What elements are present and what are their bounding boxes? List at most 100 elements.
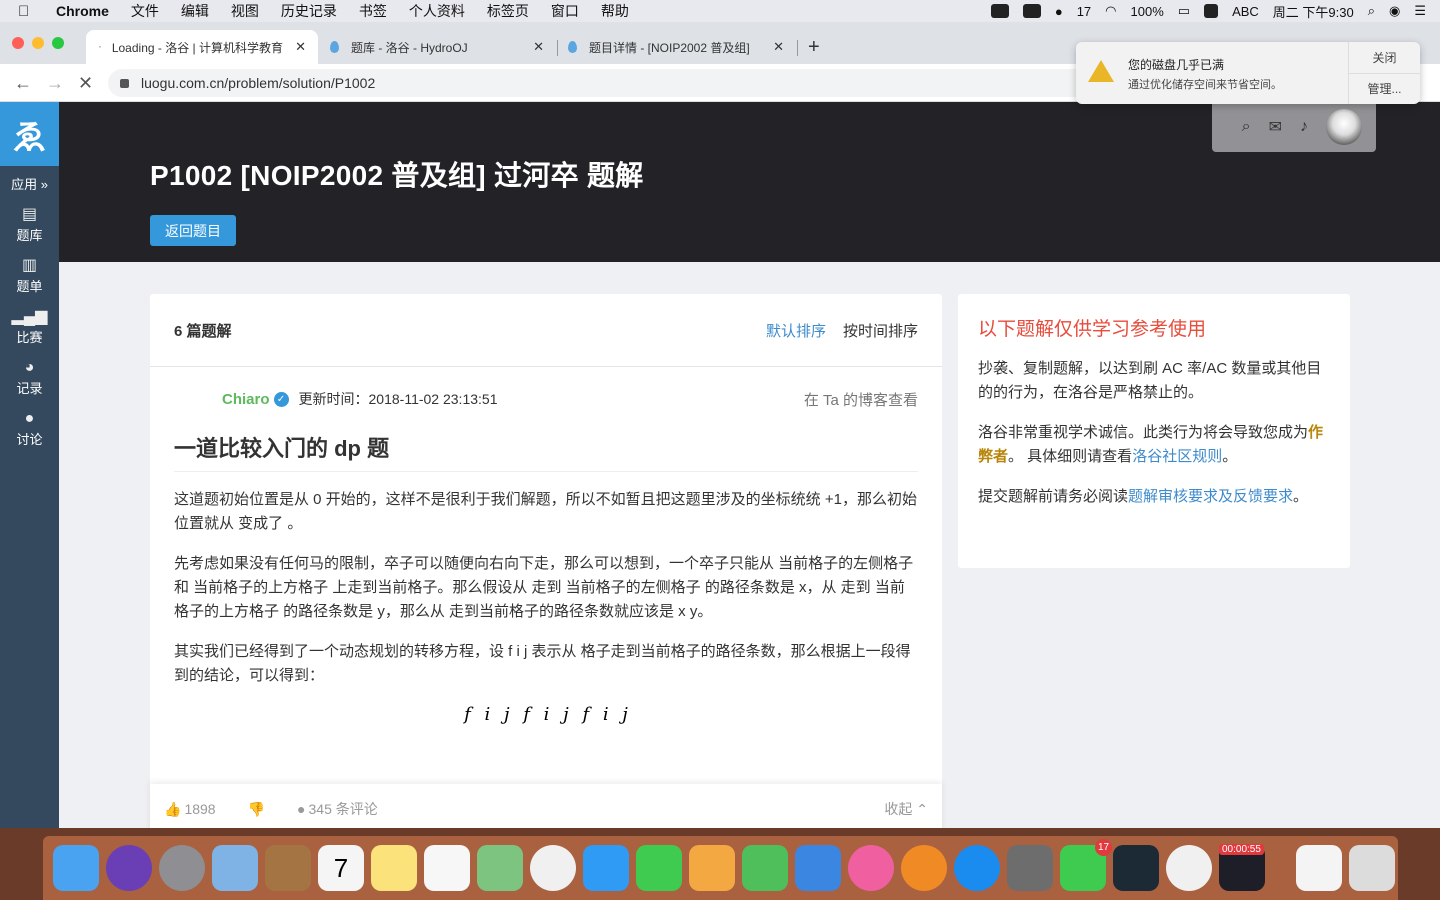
solutions-header: 6 篇题解 默认排序 按时间排序	[150, 294, 942, 367]
tab-close-icon[interactable]: ✕	[295, 39, 306, 55]
dock-contacts-icon[interactable]	[265, 845, 311, 891]
dock-messages-icon[interactable]	[583, 845, 629, 891]
notice-paragraph: 抄袭、复制题解，以达到刷 AC 率/AC 数量或其他目的的行为，在洛谷是严格禁止…	[978, 360, 1322, 401]
menu-file[interactable]: 文件	[131, 1, 159, 21]
input-source-icon[interactable]	[1204, 4, 1219, 18]
luogu-logo-icon[interactable]: ゑ	[0, 102, 59, 166]
tab-close-icon[interactable]: ✕	[533, 39, 544, 55]
review-requirements-link[interactable]: 题解审核要求及反馈要求	[1128, 488, 1293, 505]
comments-button[interactable]: ● 345 条评论	[297, 799, 378, 819]
notice-title: 以下题解仅供学习参考使用	[978, 319, 1207, 340]
menu-app-name[interactable]: Chrome	[56, 3, 109, 19]
dock-trash-icon[interactable]	[1349, 845, 1395, 891]
clock[interactable]: 周二 下午9:30	[1273, 2, 1354, 21]
dock-numbers-icon[interactable]	[742, 845, 788, 891]
spotlight-icon[interactable]: ⌕	[1368, 3, 1375, 19]
dock-screen-recorder-icon[interactable]: 00:00:55	[1219, 844, 1265, 891]
sidebar-item-label: 讨论	[16, 432, 43, 447]
url-text[interactable]: luogu.com.cn/problem/solution/P1002	[141, 75, 375, 91]
new-tab-button[interactable]: +	[808, 36, 820, 59]
menu-profiles[interactable]: 个人资料	[409, 1, 465, 21]
sort-by-time-link[interactable]: 按时间排序	[843, 320, 918, 341]
sidebar-item-records[interactable]: ◕ 记录	[0, 358, 59, 397]
dock-system-preferences-icon[interactable]	[1007, 845, 1053, 891]
window-zoom-button[interactable]	[52, 37, 64, 49]
menu-tabs[interactable]: 标签页	[487, 1, 529, 21]
community-rules-link[interactable]: 洛谷社区规则	[1132, 448, 1222, 465]
avatar[interactable]	[1326, 109, 1362, 145]
battery-icon[interactable]: ▭	[1178, 3, 1190, 19]
dock-mail-icon[interactable]	[212, 845, 258, 891]
stop-loading-icon[interactable]: ✕	[78, 73, 93, 94]
dock-launchpad-icon[interactable]	[159, 845, 205, 891]
user-toolbar: ⌕ ✉ ♪	[1212, 102, 1376, 152]
menu-help[interactable]: 帮助	[601, 1, 629, 21]
notification-manage-button[interactable]: 管理...	[1349, 74, 1420, 105]
like-button[interactable]: 👍 1898	[164, 801, 216, 818]
collapse-button[interactable]: 收起 ⌃	[884, 799, 928, 819]
tab-close-icon[interactable]: ✕	[773, 39, 784, 55]
input-source-label[interactable]: ABC	[1232, 4, 1259, 19]
hydrooj-favicon-icon	[568, 41, 577, 53]
forward-arrow-icon[interactable]: →	[46, 73, 64, 94]
sidebar-item-contest[interactable]: ▂▄▆ 比赛	[0, 307, 59, 346]
apps-toggle[interactable]: 应用 »	[0, 174, 59, 193]
back-to-problem-button[interactable]: 返回题目	[150, 215, 236, 246]
solution-footer: 👍 1898 👎 ● 345 条评论 收起 ⌃	[150, 784, 942, 828]
dock-facetime-icon[interactable]	[636, 845, 682, 891]
dock-photos-icon[interactable]	[530, 845, 576, 891]
dock-keynote-icon[interactable]	[795, 845, 841, 891]
comment-count: 345 条评论	[308, 801, 378, 817]
tab-problem-detail[interactable]: 题目详情 - [NOIP2002 普及组] ✕	[556, 30, 798, 64]
menu-view[interactable]: 视图	[231, 1, 259, 21]
bell-icon[interactable]: ♪	[1300, 118, 1308, 136]
article-paragraph: 先考虑如果没有任何马的限制，卒子可以随便向右向下走，那么可以想到，一个卒子只能从…	[174, 555, 914, 620]
dislike-button[interactable]: 👎	[248, 801, 265, 818]
lock-icon[interactable]	[120, 78, 129, 88]
author-link[interactable]: Chiaro	[222, 391, 270, 408]
sort-default-link[interactable]: 默认排序	[766, 320, 826, 341]
apple-menu-icon[interactable]: 	[18, 3, 40, 20]
dock-books-icon[interactable]	[901, 845, 947, 891]
notification-center-icon[interactable]: ☰	[1414, 3, 1426, 19]
notice-paragraph: 洛谷非常重视学术诚信。此类行为将会导致您成为作弊者。 具体细则请查看洛谷社区规则…	[978, 421, 1330, 469]
dock-notes-icon[interactable]	[371, 845, 417, 891]
view-in-blog-link[interactable]: 在 Ta 的博客查看	[804, 389, 918, 410]
menu-window[interactable]: 窗口	[551, 1, 579, 21]
window-minimize-button[interactable]	[32, 37, 44, 49]
wifi-icon[interactable]: ◠	[1105, 3, 1116, 19]
dock-itunes-icon[interactable]	[848, 845, 894, 891]
dock-pages-icon[interactable]	[689, 845, 735, 891]
hydrooj-favicon-icon	[330, 41, 339, 53]
menu-history[interactable]: 历史记录	[281, 1, 337, 21]
dock-app-store-icon[interactable]	[954, 845, 1000, 891]
menu-edit[interactable]: 编辑	[181, 1, 209, 21]
sidebar-item-discuss[interactable]: ● 讨论	[0, 409, 59, 448]
feishu-icon[interactable]	[1022, 4, 1041, 18]
dock-maps-icon[interactable]	[477, 845, 523, 891]
window-close-button[interactable]	[12, 37, 24, 49]
dock-chrome-icon[interactable]	[1166, 845, 1212, 891]
tab-hydrooj-problems[interactable]: 题库 - 洛谷 - HydroOJ ✕	[318, 30, 558, 64]
dock-document-icon[interactable]	[1296, 845, 1342, 891]
dock-feishu-icon[interactable]	[1113, 845, 1159, 891]
menu-bookmarks[interactable]: 书签	[359, 1, 387, 21]
warning-icon	[1088, 60, 1114, 82]
siri-icon[interactable]: ◉	[1389, 3, 1400, 19]
tab-title: 题目详情 - [NOIP2002 普及组]	[589, 40, 750, 55]
search-icon[interactable]: ⌕	[1242, 118, 1251, 136]
back-arrow-icon[interactable]: ←	[14, 73, 32, 94]
dock-finder-icon[interactable]	[53, 845, 99, 891]
camera-icon[interactable]	[990, 4, 1009, 18]
sidebar-item-training[interactable]: ▥ 题单	[0, 256, 59, 295]
tab-luogu-loading[interactable]: ⋅ Loading - 洛谷 | 计算机科学教育 ✕	[86, 30, 318, 64]
loading-spinner-icon: ⋅	[98, 40, 102, 54]
notification-close-button[interactable]: 关闭	[1349, 42, 1420, 74]
wechat-icon[interactable]: ●	[1055, 4, 1063, 19]
mail-icon[interactable]: ✉	[1269, 117, 1282, 137]
dock-siri-icon[interactable]	[106, 845, 152, 891]
sidebar-item-problems[interactable]: ▤ 题库	[0, 205, 59, 244]
dock-reminders-icon[interactable]	[424, 845, 470, 891]
dock-wechat-icon[interactable]: 17	[1060, 839, 1112, 891]
dock-calendar-icon[interactable]: 7	[318, 845, 364, 891]
